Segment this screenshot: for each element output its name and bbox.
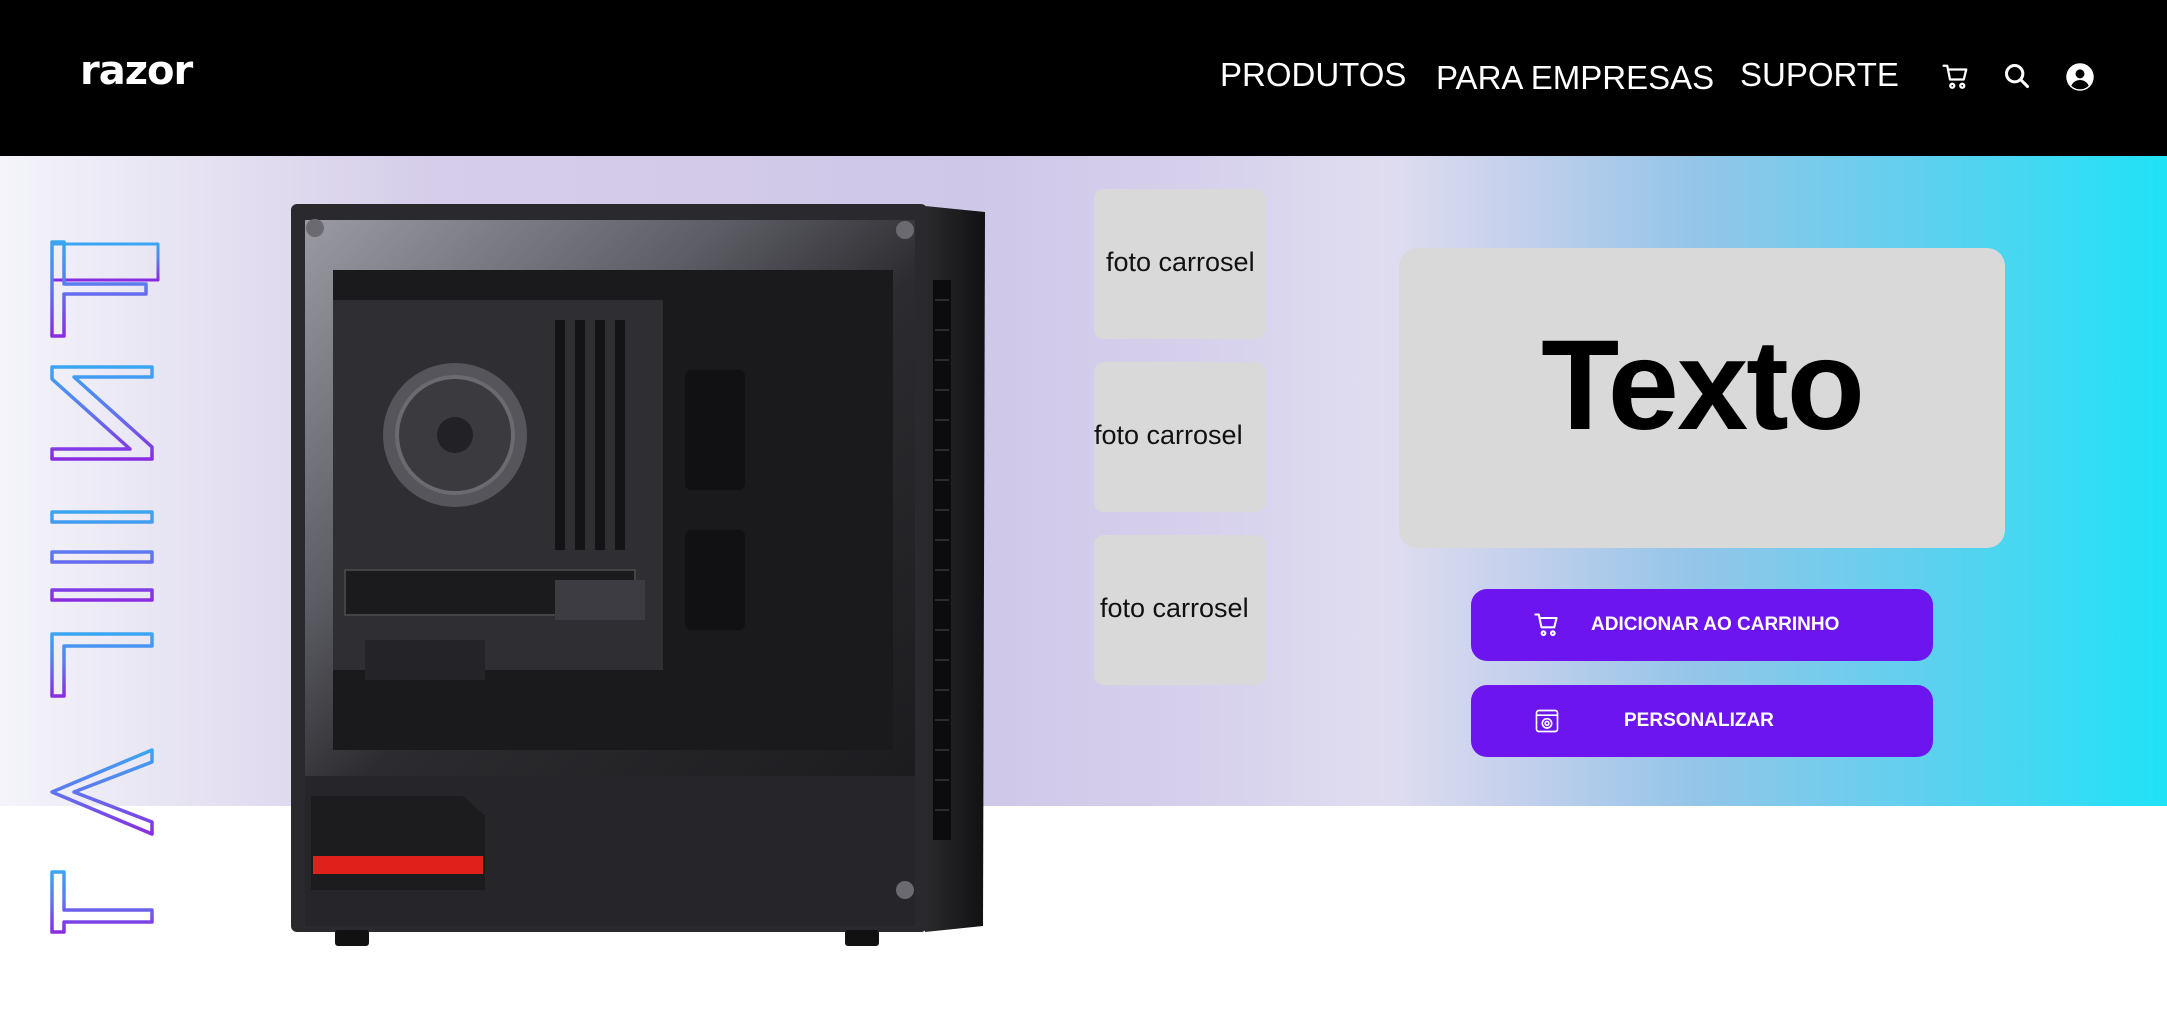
customize-icon bbox=[1533, 707, 1561, 740]
cart-icon bbox=[1533, 611, 1561, 644]
nav-para-empresas[interactable]: PARA EMPRESAS bbox=[1436, 59, 1714, 97]
product-text-card: Texto bbox=[1399, 248, 2005, 548]
nav-produtos[interactable]: PRODUTOS bbox=[1220, 56, 1406, 94]
product-text-heading: Texto bbox=[1541, 314, 1865, 457]
carousel-thumb-1[interactable]: foto carrosel bbox=[1094, 189, 1266, 339]
cart-icon[interactable] bbox=[1941, 62, 1971, 97]
carousel-thumb-label: foto carrosel bbox=[1106, 247, 1255, 277]
add-to-cart-label: ADICIONAR AO CARRINHO bbox=[1591, 614, 1840, 635]
top-navigation-bar: razor PRODUTOS PARA EMPRESAS SUPORTE bbox=[0, 0, 2167, 156]
user-icon[interactable] bbox=[2065, 62, 2095, 97]
customize-label: PERSONALIZAR bbox=[1624, 710, 1774, 731]
carousel-thumb-3[interactable]: foto carrosel bbox=[1094, 535, 1266, 685]
carousel-thumb-label: foto carrosel bbox=[1094, 420, 1243, 450]
carousel-thumb-label: foto carrosel bbox=[1100, 593, 1249, 623]
talent-vertical-wordmark bbox=[50, 240, 160, 934]
carousel-thumb-2[interactable]: foto carrosel bbox=[1094, 362, 1266, 512]
customize-button[interactable]: PERSONALIZAR bbox=[1471, 685, 1933, 757]
nav-suporte[interactable]: SUPORTE bbox=[1740, 56, 1899, 94]
search-icon[interactable] bbox=[2003, 62, 2031, 95]
pc-case-image bbox=[291, 204, 985, 946]
add-to-cart-button[interactable]: ADICIONAR AO CARRINHO bbox=[1471, 589, 1933, 661]
razor-logo[interactable]: razor bbox=[80, 48, 193, 94]
